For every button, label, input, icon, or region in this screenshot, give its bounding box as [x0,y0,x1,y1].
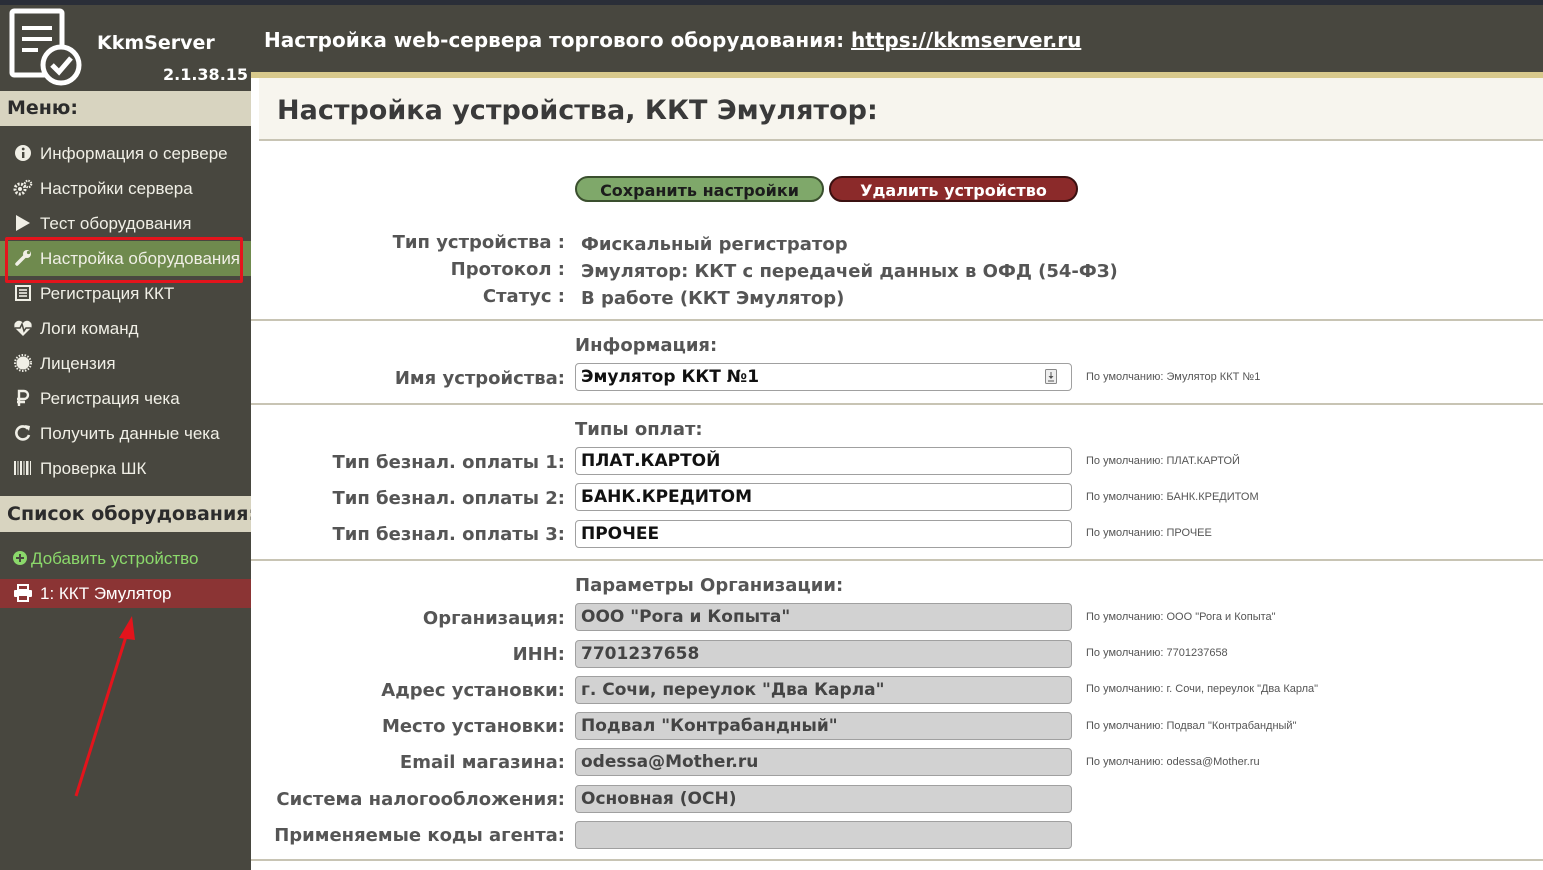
device-name-value: Эмулятор ККТ №1 [581,367,760,387]
section-divider [251,403,1543,405]
annotation-highlight-box [5,237,243,283]
barcode-icon [14,460,31,475]
install-address-input[interactable]: г. Сочи, переулок "Два Карла" [575,676,1072,704]
save-settings-button[interactable]: Сохранить настройки [575,176,824,202]
add-device-button[interactable]: Добавить устройство [0,541,251,576]
info-icon [15,144,31,161]
delete-device-button[interactable]: Удалить устройство [829,176,1078,202]
sidebar-item-label: Получить данные чека [40,424,220,443]
certificate-icon [14,353,32,372]
field-keyboard-icon[interactable] [1045,369,1057,384]
info-section-title: Информация: [575,335,718,356]
payment-section-title: Типы оплат: [575,419,703,440]
printer-icon [14,583,32,602]
sidebar-item-barcode-check[interactable]: Проверка ШК [0,451,251,486]
inn-label: ИНН: [512,644,565,665]
agent-codes-label: Применяемые коды агента: [274,825,565,846]
install-address-label: Адрес установки: [381,680,565,701]
payment-type-2-input[interactable]: БАНК.КРЕДИТОМ [575,483,1072,511]
payment-type-2-hint: По умолчанию: БАНК.КРЕДИТОМ [1086,491,1259,503]
device-type-label: Тип устройства : [392,232,565,253]
sidebar-item-equipment-test[interactable]: Тест оборудования [0,206,251,241]
device-item-label: 1: ККТ Эмулятор [40,584,172,603]
equipment-list-header: Список оборудования: [0,496,259,532]
menu-header: Меню: [0,91,259,126]
inn-hint: По умолчанию: 7701237658 [1086,647,1228,659]
section-divider [251,319,1543,321]
shop-email-input[interactable]: odessa@Mother.ru [575,748,1072,776]
install-place-hint: По умолчанию: Подвал "Контрабандный" [1086,720,1297,732]
sidebar-item-label: Тест оборудования [40,214,192,233]
sidebar-item-command-logs[interactable]: Логи команд [0,311,251,346]
sidebar-item-label: Логи команд [40,319,139,338]
install-place-label: Место установки: [381,716,565,737]
payment-type-1-label: Тип безнал. оплаты 1: [332,452,565,473]
organization-input[interactable]: ООО "Рога и Копыта" [575,603,1072,631]
shop-email-hint: По умолчанию: odessa@Mother.ru [1086,756,1260,768]
page-title: Настройка устройства, ККТ Эмулятор: [277,95,878,126]
sidebar-item-get-receipt-data[interactable]: Получить данные чека [0,416,251,451]
section-divider [251,859,1543,861]
install-place-input[interactable]: Подвал "Контрабандный" [575,712,1072,740]
sidebar-item-license[interactable]: Лицензия [0,346,251,381]
sidebar-item-label: Регистрация чека [40,389,180,408]
device-name-label: Имя устройства: [394,368,565,389]
protocol-label: Протокол : [450,259,565,280]
sidebar-item-label: Проверка ШК [40,459,147,478]
organization-label: Организация: [422,608,565,629]
payment-type-3-input[interactable]: ПРОЧЕЕ [575,520,1072,548]
header-title-text: Настройка web-сервера торгового оборудов… [264,28,852,52]
device-name-input[interactable]: Эмулятор ККТ №1 [575,363,1072,391]
refresh-icon [15,424,31,441]
app-version: 2.1.38.15 [163,65,249,84]
header-title: Настройка web-сервера торгового оборудов… [264,28,1081,52]
status-label: Статус : [482,286,565,307]
organization-hint: По умолчанию: ООО "Рога и Копыта" [1086,611,1276,623]
tax-system-select[interactable]: Основная (ОСН) [575,785,1072,813]
device-name-hint: По умолчанию: Эмулятор ККТ №1 [1086,371,1261,383]
tax-system-label: Система налогообложения: [276,789,565,810]
payment-type-2-label: Тип безнал. оплаты 2: [332,488,565,509]
sidebar-item-label: Настройки сервера [40,179,193,198]
payment-type-1-hint: По умолчанию: ПЛАТ.КАРТОЙ [1086,455,1240,467]
sidebar-item-server-settings[interactable]: Настройки сервера [0,171,251,206]
status-value: В работе (ККТ Эмулятор) [581,288,845,309]
org-section-title: Параметры Организации: [575,575,844,596]
app-logo [9,8,82,86]
play-icon [16,214,30,231]
payment-type-3-label: Тип безнал. оплаты 3: [332,524,565,545]
sidebar-item-server-info[interactable]: Информация о сервере [0,136,251,171]
install-address-hint: По умолчанию: г. Сочи, переулок "Два Кар… [1086,683,1319,695]
payment-type-1-input[interactable]: ПЛАТ.КАРТОЙ [575,447,1072,475]
sidebar-item-label: Информация о сервере [40,144,228,163]
shop-email-label: Email магазина: [399,752,565,773]
heartbeat-icon [14,320,32,336]
section-divider [251,559,1543,561]
sidebar-item-receipt-registration[interactable]: Регистрация чека [0,381,251,416]
list-icon [15,284,31,301]
plus-circle-icon [13,550,27,565]
payment-type-3-hint: По умолчанию: ПРОЧЕЕ [1086,527,1212,539]
sidebar-item-label: Лицензия [40,354,116,373]
add-device-label: Добавить устройство [31,549,199,568]
inn-input[interactable]: 7701237658 [575,640,1072,668]
ruble-icon [17,389,30,406]
website-link[interactable]: https://kkmserver.ru [851,28,1081,52]
annotation-arrow [74,616,135,797]
app-name: KkmServer [97,32,215,54]
device-item-kkt-emulator[interactable]: 1: ККТ Эмулятор [0,579,251,608]
sidebar-item-label: Регистрация ККТ [40,284,175,303]
protocol-value: Эмулятор: ККТ с передачей данных в ОФД (… [581,261,1118,282]
gears-icon [13,179,33,196]
device-type-value: Фискальный регистратор [581,234,848,255]
agent-codes-input[interactable] [575,821,1072,849]
